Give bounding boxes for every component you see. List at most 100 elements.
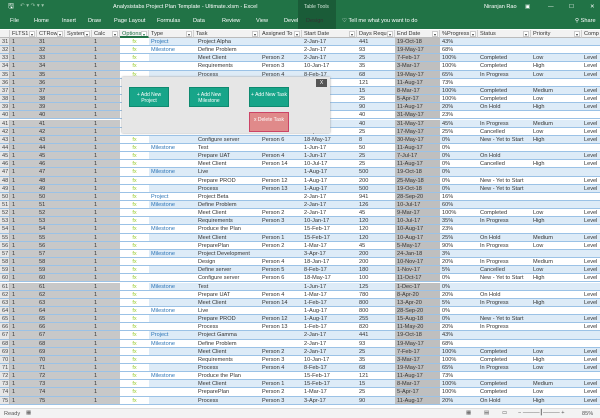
cell-end-date[interactable]: 13-Apr-20 (395, 298, 440, 307)
cell-priority[interactable]: High (531, 274, 582, 283)
filter-dropdown-icon[interactable]: ▾ (112, 31, 118, 37)
cell-ctrow[interactable]: 50 (37, 192, 65, 201)
cell-start-date[interactable]: 1-Jun-17 (302, 152, 357, 161)
cell-status[interactable]: In Progress (478, 217, 531, 226)
cell-status[interactable]: Completed (478, 86, 531, 96)
cell-flts-[interactable]: 1 (10, 233, 37, 242)
cell--progress[interactable]: 0% (440, 168, 478, 177)
cell-type[interactable] (149, 388, 194, 397)
row-number[interactable]: 57 (0, 249, 10, 259)
cell-assigned-to[interactable]: Person 4 (260, 258, 302, 267)
options-cell[interactable]: fx (120, 388, 149, 397)
cell-assigned-to[interactable]: Person 2 (260, 241, 302, 250)
cell-days-requir[interactable]: 500 (357, 184, 395, 193)
cell-comp[interactable]: Level (582, 266, 600, 275)
cell-start-date[interactable]: 10-Jan-17 (302, 62, 357, 71)
cell-ctrow[interactable]: 44 (37, 143, 65, 153)
normal-view-icon[interactable]: ▦ (466, 410, 471, 416)
cell-system-i[interactable] (65, 225, 92, 234)
cell-system-i[interactable] (65, 127, 92, 136)
cell-flts-[interactable]: 1 (10, 119, 37, 128)
cell-comp[interactable]: Level (582, 347, 600, 356)
cell-status[interactable]: Cancelled (478, 266, 531, 275)
cell-system-i[interactable] (65, 160, 92, 169)
cell-calc[interactable]: 1 (92, 184, 120, 193)
filter-dropdown-icon[interactable]: ▾ (84, 31, 90, 37)
cell-priority[interactable] (531, 331, 582, 340)
cell-assigned-to[interactable]: Person 3 (260, 396, 302, 405)
cell-status[interactable]: In Progress (478, 323, 531, 332)
cell-status[interactable]: New - Yet to Start (478, 315, 531, 324)
cell-days-requir[interactable]: 941 (357, 192, 395, 201)
cell-system-i[interactable] (65, 217, 92, 226)
add-milestone-button[interactable]: + Add New Milestone (189, 87, 229, 107)
cell-type[interactable]: Milestone (149, 339, 194, 348)
cell-start-date[interactable]: 2-Jan-17 (302, 192, 357, 201)
cell-end-date[interactable]: 19-May-17 (395, 46, 440, 55)
cell-type[interactable]: Milestone (149, 225, 194, 234)
cell-ctrow[interactable]: 70 (37, 355, 65, 364)
column-header[interactable]: Type ▾ (149, 30, 194, 38)
row-number[interactable]: 54 (0, 225, 10, 234)
cell-days-requir[interactable]: 25 (357, 388, 395, 397)
cell-assigned-to[interactable]: Person 14 (260, 298, 302, 307)
cell--progress[interactable]: 20% (440, 323, 478, 332)
cell-status[interactable] (478, 38, 531, 47)
cell-status[interactable]: Completed (478, 95, 531, 104)
cell-end-date[interactable]: 11-Aug-17 (395, 372, 440, 381)
cell-ctrow[interactable]: 33 (37, 54, 65, 63)
cell-days-requir[interactable]: 121 (357, 372, 395, 381)
cell-assigned-to[interactable]: Person 4 (260, 290, 302, 299)
cell-comp[interactable]: Level (582, 160, 600, 169)
options-cell[interactable]: fx (120, 348, 149, 356)
cell-type[interactable]: Project (149, 331, 194, 340)
cell-comp[interactable]: Level (582, 103, 600, 112)
cell-assigned-to[interactable] (260, 249, 302, 259)
cell-status[interactable] (478, 339, 531, 348)
cell-status[interactable] (478, 46, 531, 55)
cell-end-date[interactable]: 9-Mar-17 (395, 209, 440, 218)
filter-dropdown-icon[interactable]: ▾ (141, 31, 147, 36)
cell--progress[interactable]: 43% (440, 331, 478, 340)
cell-comp[interactable]: Level (582, 388, 600, 397)
cell-calc[interactable]: 1 (92, 225, 120, 234)
cell-start-date[interactable]: 10-Jan-17 (302, 355, 357, 364)
cell-comp[interactable] (582, 143, 600, 153)
cell-calc[interactable]: 1 (92, 347, 120, 356)
cell-calc[interactable]: 1 (92, 86, 120, 96)
cell-status[interactable]: On Hold (478, 290, 531, 299)
options-cell[interactable]: fx (120, 225, 149, 234)
cell--progress[interactable]: 5% (440, 266, 478, 275)
cell-start-date[interactable]: 15-Feb-17 (302, 372, 357, 381)
cell-task[interactable]: Define Problem (194, 339, 260, 348)
cell-calc[interactable]: 1 (92, 176, 120, 185)
cell-ctrow[interactable]: 64 (37, 306, 65, 316)
cell-days-requir[interactable]: 68 (357, 70, 395, 79)
cell-priority[interactable] (531, 192, 582, 201)
cell--progress[interactable]: 100% (440, 347, 478, 356)
cell-calc[interactable]: 1 (92, 111, 120, 120)
cell--progress[interactable]: 100% (440, 209, 478, 218)
row-number[interactable]: 43 (0, 135, 10, 144)
row-number[interactable]: 51 (0, 201, 10, 210)
cell-flts-[interactable]: 1 (10, 347, 37, 356)
column-header[interactable]: Options ▾ (120, 30, 149, 38)
cell-assigned-to[interactable]: Person 14 (260, 160, 302, 169)
cell-days-requir[interactable]: 121 (357, 78, 395, 87)
cell-days-requir[interactable]: 126 (357, 201, 395, 210)
cell-start-date[interactable]: 1-Feb-17 (302, 298, 357, 307)
cell-calc[interactable]: 1 (92, 62, 120, 71)
cell-type[interactable] (149, 290, 194, 299)
cell-end-date[interactable]: 10-Nov-17 (395, 258, 440, 267)
cell-type[interactable] (149, 298, 194, 307)
cell-ctrow[interactable]: 51 (37, 201, 65, 210)
cell-priority[interactable]: Low (531, 388, 582, 397)
options-cell[interactable]: fx (120, 364, 149, 373)
cell-priority[interactable]: High (531, 135, 582, 144)
tab-home[interactable]: Home (34, 18, 49, 24)
filter-dropdown-icon[interactable]: ▾ (349, 31, 355, 37)
cell-start-date[interactable]: 18-May-17 (302, 135, 357, 144)
cell-type[interactable] (149, 274, 194, 283)
cell-type[interactable] (149, 380, 194, 389)
cell-flts-[interactable]: 1 (10, 38, 37, 47)
